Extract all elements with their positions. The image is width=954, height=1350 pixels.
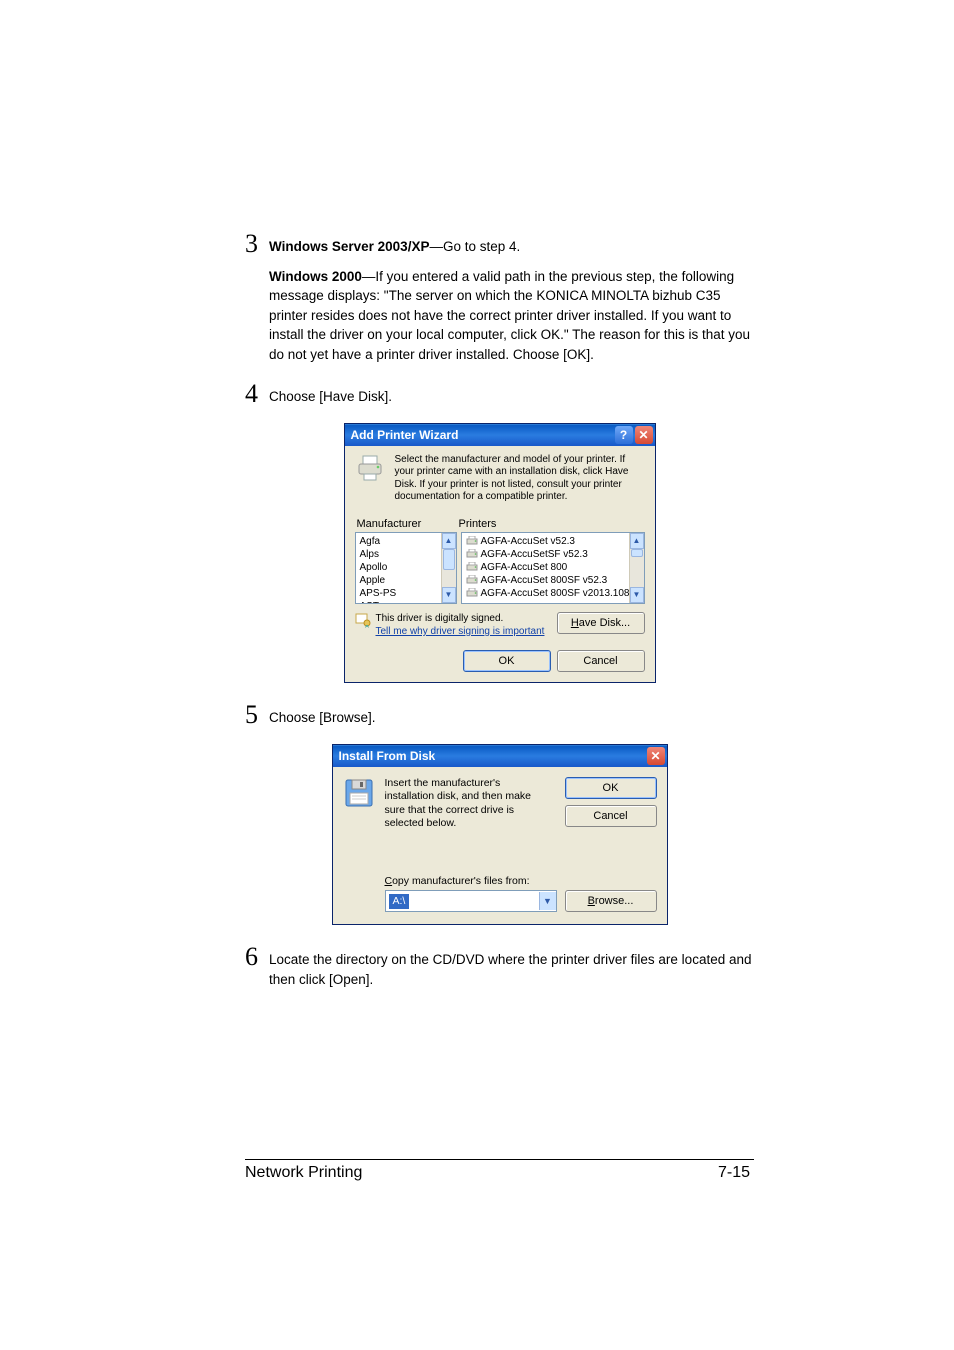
step-body: Windows Server 2003/XP—Go to step 4. Win… (269, 230, 754, 374)
step-number: 4 (245, 380, 269, 417)
list-item[interactable]: AGFA-AccuSetSF v52.3 (466, 548, 630, 561)
scrollbar[interactable]: ▲ ▼ (629, 533, 644, 603)
certificate-icon (355, 612, 371, 628)
bold-text: Windows Server 2003/XP (269, 239, 429, 254)
list-item[interactable]: Agfa (360, 535, 442, 548)
step-text: Choose [Have Disk]. (269, 387, 392, 407)
list-item[interactable]: Alps (360, 548, 442, 561)
scroll-down-icon[interactable]: ▼ (630, 587, 644, 603)
close-button[interactable]: ✕ (635, 426, 653, 444)
printer-icon (355, 454, 387, 482)
printer-icon (466, 549, 478, 559)
page-number: 7-15 (718, 1164, 750, 1182)
path-combobox[interactable]: A:\ ▼ (385, 890, 557, 912)
document-page: 3 Windows Server 2003/XP—Go to step 4. W… (0, 0, 954, 1242)
scroll-up-icon[interactable]: ▲ (442, 533, 456, 549)
printer-icon (466, 588, 478, 598)
step-text: Locate the directory on the CD/DVD where… (269, 950, 754, 989)
step-body: Choose [Have Disk]. (269, 380, 392, 417)
cancel-button[interactable]: Cancel (557, 650, 645, 672)
titlebar[interactable]: Install From Disk ✕ (333, 745, 667, 767)
dialog-instruction: Select the manufacturer and model of you… (395, 454, 645, 504)
list-item[interactable]: AGFA-AccuSet 800SF v52.3 (466, 574, 630, 587)
list-item[interactable]: AGFA-AccuSet 800 (466, 561, 630, 574)
printer-icon (466, 562, 478, 572)
list-item[interactable]: APS-PS (360, 587, 442, 600)
dialog-title: Install From Disk (339, 749, 436, 763)
ok-button[interactable]: OK (463, 650, 551, 672)
titlebar[interactable]: Add Printer Wizard ? ✕ (345, 424, 655, 446)
step-text: Choose [Browse]. (269, 708, 376, 728)
dialog-message: Insert the manufacturer's installation d… (385, 777, 555, 832)
combobox-value: A:\ (389, 894, 410, 909)
footer-title: Network Printing (245, 1164, 362, 1182)
step-number: 6 (245, 943, 269, 999)
printer-icon (466, 536, 478, 546)
scrollbar[interactable]: ▲ ▼ (441, 533, 456, 603)
browse-button[interactable]: Browse... (565, 890, 657, 912)
step-body: Locate the directory on the CD/DVD where… (269, 943, 754, 999)
ok-button[interactable]: OK (565, 777, 657, 799)
add-printer-wizard-dialog: Add Printer Wizard ? ✕ Select the manufa… (344, 423, 656, 683)
step-3: 3 Windows Server 2003/XP—Go to step 4. W… (245, 230, 754, 374)
chevron-down-icon[interactable]: ▼ (539, 892, 556, 910)
cancel-button[interactable]: Cancel (565, 805, 657, 827)
step-body: Choose [Browse]. (269, 701, 376, 738)
page-footer: Network Printing 7-15 (245, 1164, 754, 1182)
manufacturer-label: Manufacturer (355, 518, 457, 530)
list-item[interactable]: AGFA-AccuSet 800SF v2013.108 (466, 587, 630, 600)
have-disk-button[interactable]: Have Disk... (557, 612, 645, 634)
driver-signing-link[interactable]: Tell me why driver signing is important (376, 625, 545, 638)
printer-icon (466, 575, 478, 585)
list-item[interactable]: Apple (360, 574, 442, 587)
step-5: 5 Choose [Browse]. (245, 701, 754, 738)
printers-list[interactable]: AGFA-AccuSet v52.3 AGFA-AccuSetSF v52.3 … (461, 532, 645, 604)
step-number: 3 (245, 230, 269, 374)
step-number: 5 (245, 701, 269, 738)
plain-text: —Go to step 4. (429, 239, 520, 254)
list-item[interactable]: AGFA-AccuSet v52.3 (466, 535, 630, 548)
step-4: 4 Choose [Have Disk]. (245, 380, 754, 417)
dialog-title: Add Printer Wizard (351, 428, 459, 442)
bold-text: Windows 2000 (269, 269, 362, 284)
signed-text: This driver is digitally signed. (376, 612, 545, 625)
install-from-disk-dialog: Install From Disk ✕ Insert the manu (332, 744, 668, 926)
close-button[interactable]: ✕ (647, 747, 665, 765)
scroll-down-icon[interactable]: ▼ (442, 587, 456, 603)
printers-label: Printers (457, 518, 645, 530)
help-button[interactable]: ? (615, 426, 633, 444)
list-item[interactable]: Apollo (360, 561, 442, 574)
list-item[interactable]: AST (360, 600, 442, 604)
step-6: 6 Locate the directory on the CD/DVD whe… (245, 943, 754, 999)
copy-from-label: Copy manufacturer's files from: (385, 875, 657, 887)
manufacturer-list[interactable]: Agfa Alps Apollo Apple APS-PS AST ▲ ▼ (355, 532, 457, 604)
floppy-disk-icon (343, 777, 375, 809)
footer-separator (245, 1159, 754, 1160)
scroll-up-icon[interactable]: ▲ (630, 533, 644, 549)
